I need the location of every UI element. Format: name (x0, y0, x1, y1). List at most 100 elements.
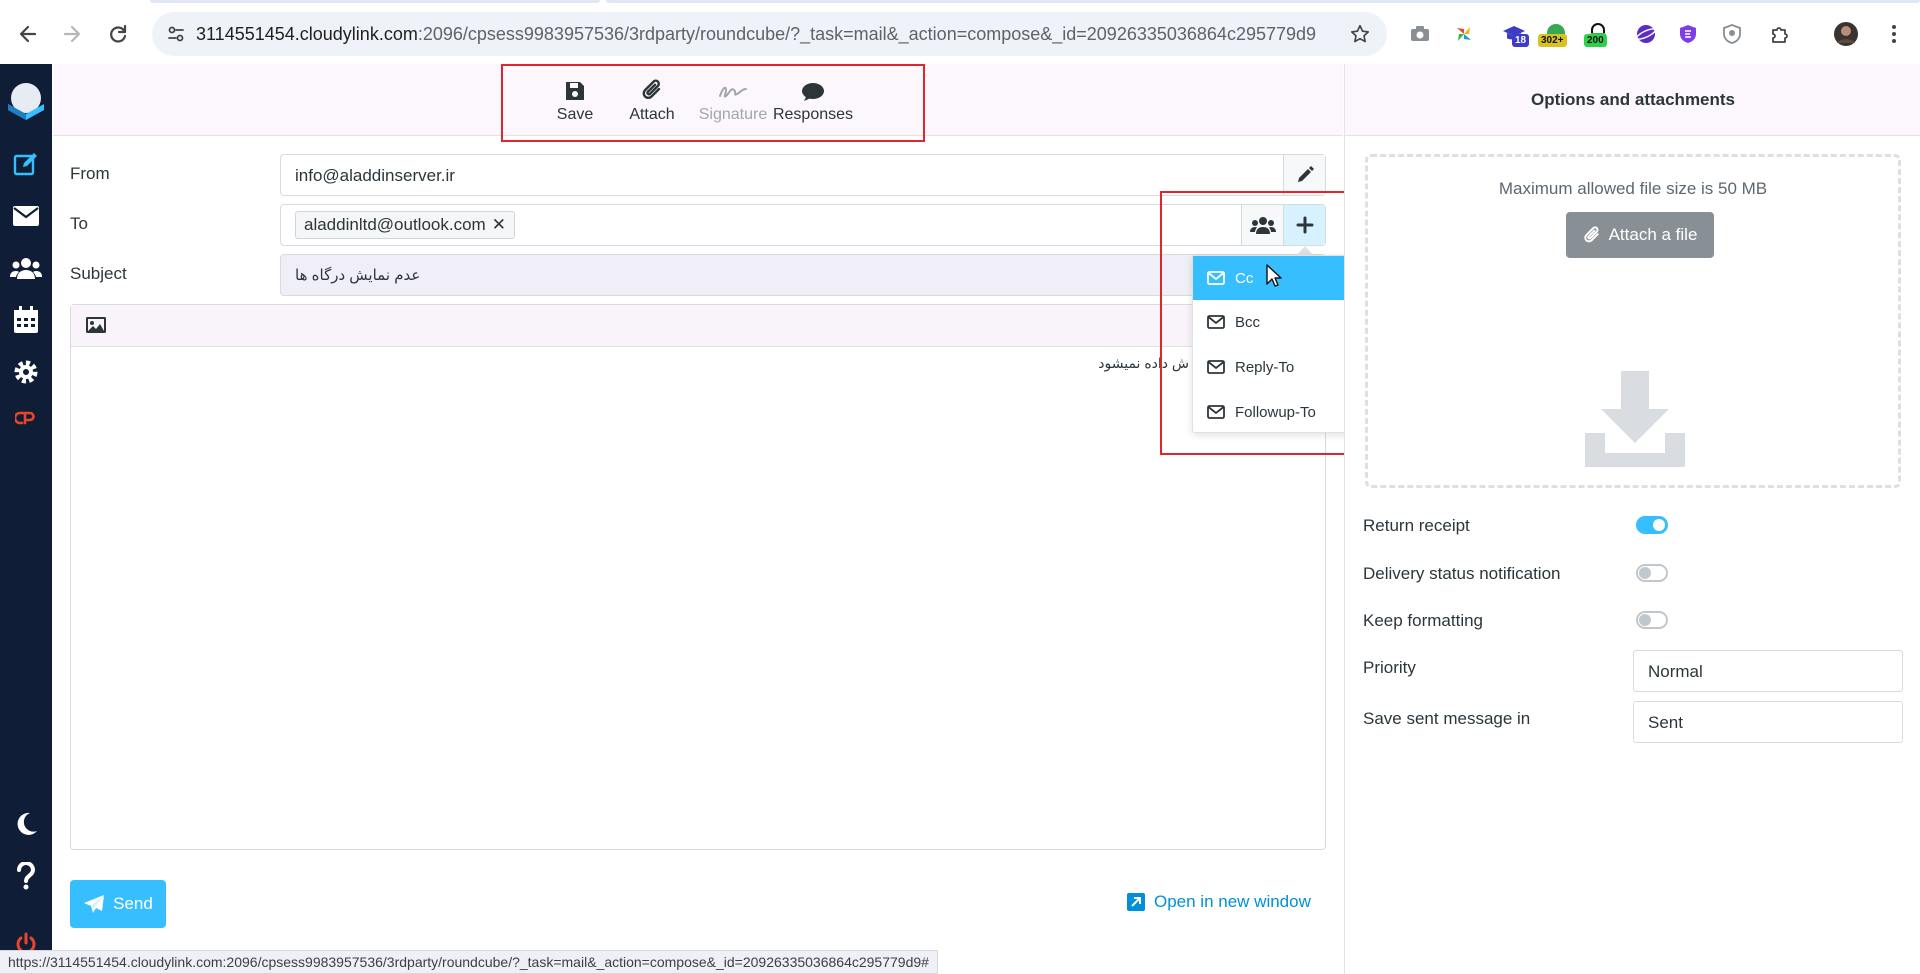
attachment-dropzone[interactable]: Maximum allowed file size is 50 MB Attac… (1365, 154, 1901, 488)
back-button[interactable] (14, 20, 42, 48)
reload-icon (110, 24, 127, 43)
tab-strip-edge (606, 0, 1920, 3)
options-attachments-panel: Options and attachments Maximum allowed … (1344, 64, 1920, 974)
to-field[interactable]: aladdinltd@outlook.com ✕ (280, 204, 1326, 246)
external-window-icon (1127, 893, 1145, 911)
floppy-disk-icon (564, 76, 586, 102)
edit-identity-button[interactable] (1283, 155, 1325, 195)
subject-label: Subject (70, 264, 127, 283)
subject-value: عدم نمایش درگاه ها (295, 267, 421, 284)
arrow-right-icon (63, 25, 81, 43)
priority-value: Normal (1648, 662, 1703, 681)
paper-plane-icon (84, 895, 105, 913)
cpanel-logo-icon[interactable] (0, 396, 52, 440)
save-button[interactable]: Save (547, 76, 603, 128)
url-text: 3114551454.cloudylink.com:2096/cpsess998… (196, 24, 1316, 45)
responses-button[interactable]: Responses (767, 76, 859, 128)
envelope-icon (1207, 405, 1225, 419)
recipient-chip[interactable]: aladdinltd@outlook.com ✕ (295, 211, 515, 239)
users-icon (1249, 217, 1276, 234)
purple-planet-icon[interactable] (1632, 20, 1660, 48)
editor-toolbar (71, 305, 1325, 347)
attach-file-label: Attach a file (1608, 225, 1698, 244)
from-field[interactable]: info@aladdinserver.ir (280, 154, 1326, 196)
address-book-button[interactable] (1241, 205, 1283, 245)
save-sent-label: Save sent message in (1363, 709, 1531, 728)
remove-recipient-icon[interactable]: ✕ (492, 215, 506, 235)
url-host: 3114551454.cloudylink.com (196, 24, 418, 44)
attach-file-button[interactable]: Attach a file (1566, 212, 1714, 258)
message-editor[interactable]: ش داده نمیشود (70, 304, 1326, 850)
pinwheel-icon[interactable] (1450, 20, 1478, 48)
forward-button[interactable] (58, 20, 86, 48)
roundcube-logo[interactable] (0, 74, 52, 126)
green-extension-icon[interactable]: 302+ (1538, 20, 1570, 48)
tab-strip-edge (150, 0, 600, 3)
puzzle-icon[interactable] (1766, 20, 1794, 48)
attach-button[interactable]: Attach (622, 76, 682, 128)
signature-icon (718, 76, 748, 102)
browser-toolbar: 3114551454.cloudylink.com:2096/cpsess998… (0, 0, 1920, 64)
options-panel-header: Options and attachments (1345, 64, 1920, 136)
signature-button[interactable]: Signature (693, 76, 773, 128)
address-bar[interactable]: 3114551454.cloudylink.com:2096/cpsess998… (152, 12, 1387, 56)
paperclip-icon (641, 76, 663, 102)
paperclip-icon (1583, 226, 1599, 243)
menu-item-label: Bcc (1235, 313, 1261, 331)
purple-shield-icon[interactable] (1674, 20, 1702, 48)
camera-icon[interactable] (1406, 20, 1434, 48)
options-panel-title: Options and attachments (1530, 90, 1736, 109)
from-label: From (70, 164, 110, 183)
open-window-label: Open in new window (1154, 892, 1311, 911)
send-button[interactable]: Send (70, 880, 166, 928)
mail-nav-icon[interactable] (0, 194, 52, 238)
attach-label: Attach (629, 106, 675, 123)
grey-shield-icon[interactable] (1718, 20, 1746, 48)
dark-mode-moon-icon[interactable] (0, 802, 52, 846)
menu-item-label: Reply-To (1235, 358, 1295, 376)
envelope-icon (1207, 271, 1225, 285)
toggle-knob (1639, 567, 1651, 579)
bookmark-star-icon[interactable] (1349, 23, 1371, 50)
extension-badge: 200 (1584, 34, 1607, 47)
extension-badge: 302+ (1538, 34, 1567, 47)
from-value: info@aladdinserver.ir (295, 166, 455, 185)
max-file-size-text: Maximum allowed file size is 50 MB (1498, 179, 1768, 198)
subject-input[interactable]: عدم نمایش درگاه ها (280, 254, 1326, 296)
help-question-icon[interactable] (0, 854, 52, 898)
link-status-bar: https://3114551454.cloudylink.com:2096/c… (0, 950, 938, 974)
toggle-knob (1639, 614, 1651, 626)
message-body-text: ش داده نمیشود (1098, 355, 1189, 371)
arrow-left-icon (19, 25, 37, 43)
graduation-cap-icon[interactable]: 18 (1500, 20, 1530, 48)
contacts-nav-icon[interactable] (0, 246, 52, 290)
recipient-address: aladdinltd@outlook.com (304, 215, 486, 234)
to-label: To (70, 214, 88, 233)
calendar-nav-icon[interactable] (0, 298, 52, 342)
green-lock-icon[interactable]: 200 (1584, 20, 1612, 48)
pencil-icon (1297, 166, 1314, 182)
save-sent-value: Sent (1648, 713, 1683, 732)
return-receipt-toggle[interactable] (1636, 516, 1668, 534)
save-sent-folder-select[interactable]: Sent (1633, 701, 1903, 743)
profile-avatar[interactable] (1832, 20, 1860, 48)
reload-button[interactable] (104, 20, 132, 48)
menu-item-label: Followup-To (1235, 403, 1316, 421)
priority-select[interactable]: Normal (1633, 650, 1903, 692)
return-receipt-label: Return receipt (1363, 516, 1470, 535)
menu-item-label: Cc (1235, 269, 1254, 287)
priority-label: Priority (1363, 658, 1416, 677)
signature-label: Signature (698, 106, 768, 123)
site-settings-icon[interactable] (166, 24, 186, 49)
keep-formatting-label: Keep formatting (1363, 611, 1484, 630)
compose-toolbar: Save Attach Signature Responses (53, 64, 1343, 136)
delivery-status-label: Delivery status notification (1363, 564, 1561, 583)
browser-menu-icon[interactable] (1880, 20, 1908, 48)
insert-image-icon[interactable] (85, 316, 107, 339)
delivery-status-toggle[interactable] (1636, 564, 1668, 582)
settings-gear-icon[interactable] (0, 350, 52, 394)
open-in-new-window-link[interactable]: Open in new window (1126, 892, 1311, 912)
keep-formatting-toggle[interactable] (1636, 611, 1668, 629)
add-header-button[interactable] (1283, 205, 1325, 245)
compose-nav-icon[interactable] (0, 142, 52, 186)
